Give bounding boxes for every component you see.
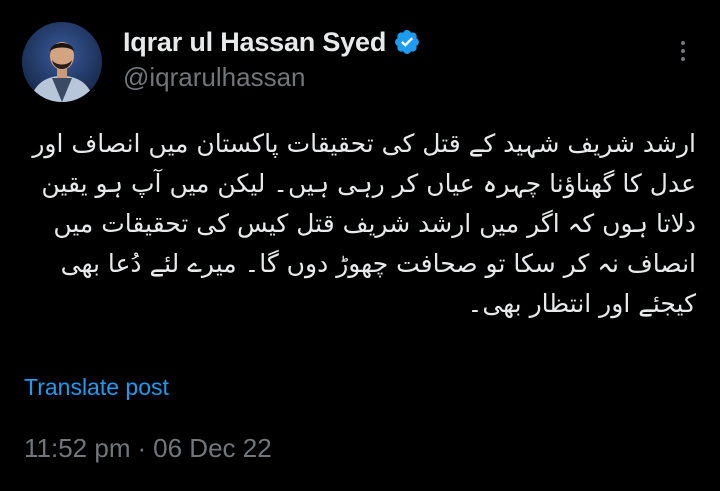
post-card: Iqrar ul Hassan Syed @iqrarulhassan ارشد… — [0, 0, 720, 491]
timestamp-separator: · — [137, 433, 147, 463]
more-dot — [681, 57, 685, 61]
more-dot — [681, 41, 685, 45]
author-display-name[interactable]: Iqrar ul Hassan Syed — [123, 27, 386, 58]
post-timestamp[interactable]: 11:52 pm · 06 Dec 22 — [24, 433, 272, 464]
post-date: 06 Dec 22 — [153, 433, 272, 463]
more-horizontal-icon[interactable] — [672, 36, 694, 66]
translate-post-link[interactable]: Translate post — [24, 374, 169, 401]
post-time: 11:52 pm — [24, 433, 131, 463]
profile-photo-icon — [22, 22, 102, 102]
author-handle[interactable]: @iqrarulhassan — [123, 62, 305, 93]
avatar[interactable] — [22, 22, 102, 102]
verified-badge-icon[interactable] — [393, 28, 421, 56]
post-text: ارشد شریف شہید کے قتل کی تحقیقات پاکستان… — [32, 129, 696, 318]
more-dot — [681, 49, 685, 53]
author-name-row: Iqrar ul Hassan Syed — [123, 26, 421, 58]
